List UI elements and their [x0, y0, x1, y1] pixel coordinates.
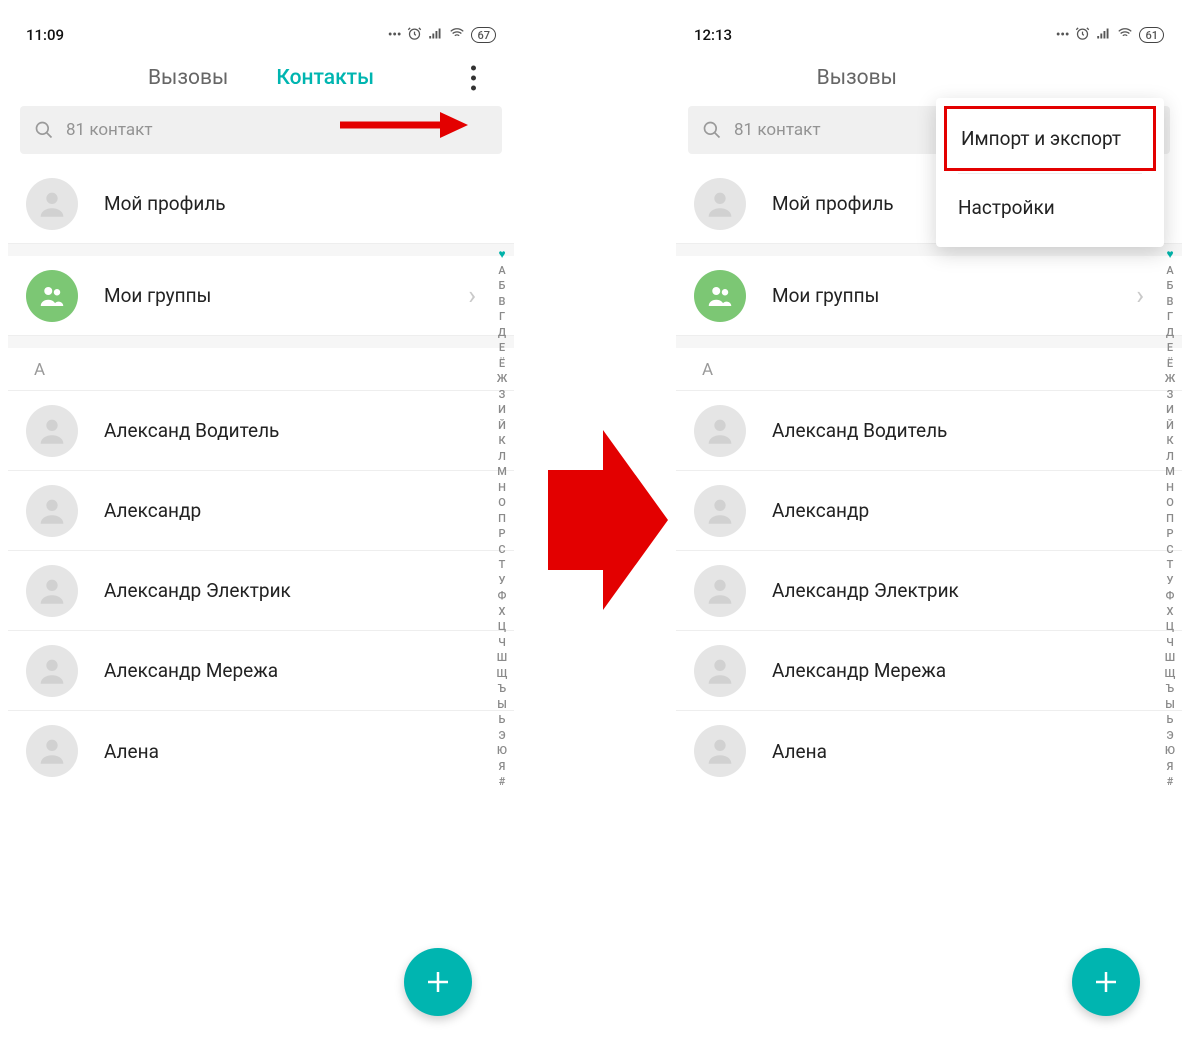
add-contact-fab[interactable]: [1072, 948, 1140, 1016]
alarm-icon: [407, 26, 422, 45]
chevron-right-icon: ›: [1136, 281, 1144, 311]
chevron-right-icon: ›: [468, 281, 476, 311]
avatar-icon: [694, 725, 746, 777]
step-arrow: [548, 430, 668, 614]
tab-bar: Вызовы Контакты: [8, 50, 514, 106]
tab-contacts[interactable]: Контакты: [276, 66, 374, 90]
avatar-icon: [694, 485, 746, 537]
divider: [676, 336, 1182, 348]
my-profile-row[interactable]: Мой профиль: [8, 164, 514, 244]
contact-name: Александр: [772, 499, 869, 522]
status-icons: ••• 61: [1056, 26, 1164, 45]
contact-row[interactable]: Александр: [8, 471, 514, 551]
status-bar: 12:13 ••• 61: [676, 20, 1182, 50]
signal-icon: [428, 26, 443, 45]
battery-icon: 67: [471, 27, 496, 43]
avatar-icon: [26, 178, 78, 230]
contact-row[interactable]: Александр Мережа: [676, 631, 1182, 711]
divider: [8, 244, 514, 256]
contact-name: Александр Мережа: [104, 659, 278, 682]
contact-name: Алена: [772, 740, 827, 763]
ellipsis-icon: •••: [1056, 28, 1070, 43]
contact-row[interactable]: Александ Водитель: [8, 391, 514, 471]
avatar-icon: [694, 645, 746, 697]
status-icons: ••• 67: [388, 26, 496, 45]
contact-name: Александр Электрик: [772, 579, 959, 602]
battery-icon: 61: [1139, 27, 1164, 43]
avatar-icon: [694, 178, 746, 230]
groups-icon: [694, 270, 746, 322]
alpha-index[interactable]: ♥ АБВГДЕЁЖЗИЙКЛМНОПРСТУФХЦЧШЩЪЫЬЭЮЯ#: [1161, 247, 1179, 790]
contact-name: Александ Водитель: [772, 419, 947, 442]
ellipsis-icon: •••: [388, 28, 402, 43]
search-icon: [34, 120, 54, 140]
my-groups-row[interactable]: Мои группы ›: [676, 256, 1182, 336]
add-contact-fab[interactable]: [404, 948, 472, 1016]
overflow-menu-button[interactable]: [463, 62, 484, 95]
groups-label: Мои группы: [772, 284, 879, 307]
contact-row[interactable]: Алена: [676, 711, 1182, 791]
overflow-menu: Импорт и экспорт Настройки: [936, 98, 1164, 247]
search-icon: [702, 120, 722, 140]
groups-label: Мои группы: [104, 284, 211, 307]
phone-left: 11:09 ••• 67 Вызовы Контакты: [8, 20, 514, 1040]
favorites-icon[interactable]: ♥: [1166, 247, 1173, 263]
contact-row[interactable]: Александр Электрик: [676, 551, 1182, 631]
tab-calls[interactable]: Вызовы: [817, 66, 897, 90]
menu-import-export[interactable]: Импорт и экспорт: [944, 106, 1156, 171]
contact-name: Алена: [104, 740, 159, 763]
contact-name: Александр: [104, 499, 201, 522]
contact-name: Александ Водитель: [104, 419, 279, 442]
search-placeholder: 81 контакт: [66, 120, 153, 140]
groups-icon: [26, 270, 78, 322]
clock: 12:13: [694, 26, 732, 44]
tab-calls[interactable]: Вызовы: [148, 66, 228, 90]
profile-label: Мой профиль: [772, 192, 894, 215]
avatar-icon: [26, 485, 78, 537]
section-header: А: [676, 348, 1182, 391]
contact-name: Александр Электрик: [104, 579, 291, 602]
avatar-icon: [26, 565, 78, 617]
search-placeholder: 81 контакт: [734, 120, 821, 140]
contact-row[interactable]: Алена: [8, 711, 514, 791]
contact-row[interactable]: Александ Водитель: [676, 391, 1182, 471]
avatar-icon: [26, 645, 78, 697]
contact-row[interactable]: Александр: [676, 471, 1182, 551]
contact-row[interactable]: Александр Мережа: [8, 631, 514, 711]
divider: [8, 336, 514, 348]
wifi-icon: [1117, 26, 1133, 45]
contact-name: Александр Мережа: [772, 659, 946, 682]
profile-label: Мой профиль: [104, 192, 226, 215]
wifi-icon: [449, 26, 465, 45]
signal-icon: [1096, 26, 1111, 45]
avatar-icon: [694, 565, 746, 617]
alarm-icon: [1075, 26, 1090, 45]
alpha-index[interactable]: ♥ АБВГДЕЁЖЗИЙКЛМНОПРСТУФХЦЧШЩЪЫЬЭЮЯ#: [493, 247, 511, 790]
phone-right: 12:13 ••• 61 Вызовы Контакты: [676, 20, 1182, 1040]
my-groups-row[interactable]: Мои группы ›: [8, 256, 514, 336]
annotation-arrow: [340, 108, 470, 146]
status-bar: 11:09 ••• 67: [8, 20, 514, 50]
section-header: А: [8, 348, 514, 391]
clock: 11:09: [26, 26, 64, 44]
favorites-icon[interactable]: ♥: [498, 247, 505, 263]
avatar-icon: [26, 725, 78, 777]
avatar-icon: [694, 405, 746, 457]
contact-row[interactable]: Александр Электрик: [8, 551, 514, 631]
menu-settings[interactable]: Настройки: [936, 174, 1164, 241]
avatar-icon: [26, 405, 78, 457]
